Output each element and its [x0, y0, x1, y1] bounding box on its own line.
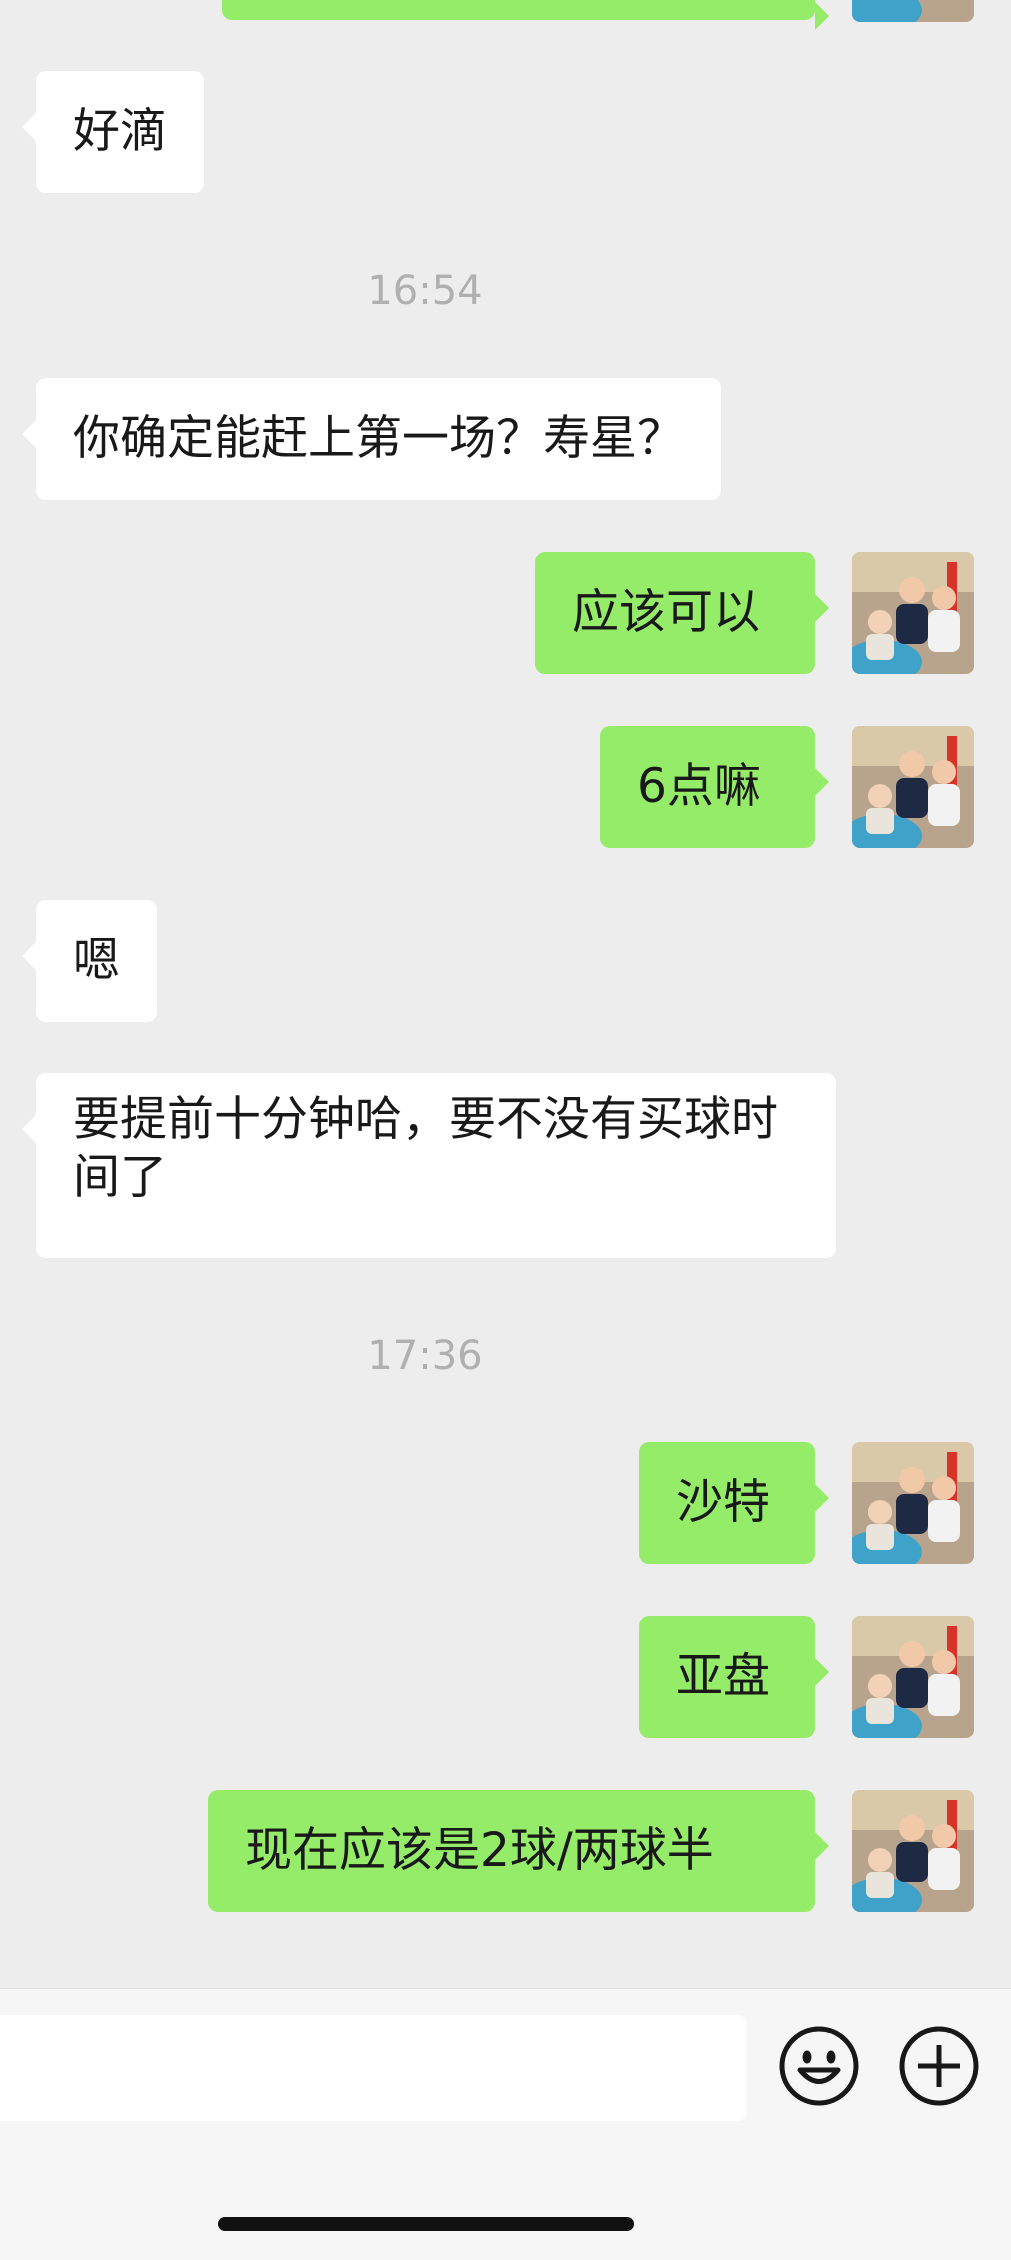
plus-circle-icon	[899, 2026, 979, 2106]
chat-message-list[interactable]: 好滴 16:54 你确定能赶上第一场？寿星？ 应该可以 6点嘛 嗯 要提前十分钟…	[0, 0, 1011, 1988]
message-bubble-incoming[interactable]: 要提前十分钟哈，要不没有买球时间了	[22, 1073, 836, 1258]
message-bubble-outgoing[interactable]: 应该可以	[535, 552, 829, 674]
message-bubble-outgoing[interactable]: 现在应该是2球/两球半	[208, 1790, 829, 1912]
message-bubble-outgoing[interactable]: 亚盘	[639, 1616, 829, 1738]
message-bubble-outgoing[interactable]: 沙特	[639, 1442, 829, 1564]
message-bubble-incoming[interactable]: 你确定能赶上第一场？寿星？	[22, 378, 721, 500]
user-avatar[interactable]	[852, 1442, 974, 1564]
user-avatar[interactable]	[852, 726, 974, 848]
message-bubble-outgoing[interactable]: 6点嘛	[600, 726, 829, 848]
user-avatar[interactable]	[852, 1790, 974, 1912]
timestamp: 17:36	[367, 1333, 483, 1379]
message-bubble-incoming[interactable]: 好滴	[22, 71, 204, 193]
message-input[interactable]	[0, 2015, 746, 2121]
timestamp: 16:54	[367, 268, 483, 314]
home-indicator[interactable]	[218, 2217, 634, 2231]
user-avatar[interactable]	[852, 552, 974, 674]
more-button[interactable]	[898, 2025, 980, 2107]
user-avatar[interactable]	[852, 1616, 974, 1738]
emoji-face-icon	[779, 2026, 859, 2106]
emoji-button[interactable]	[778, 2025, 860, 2107]
message-bubble-outgoing-partial[interactable]	[222, 0, 829, 30]
user-avatar[interactable]	[852, 0, 974, 22]
message-bubble-incoming[interactable]: 嗯	[22, 900, 157, 1022]
